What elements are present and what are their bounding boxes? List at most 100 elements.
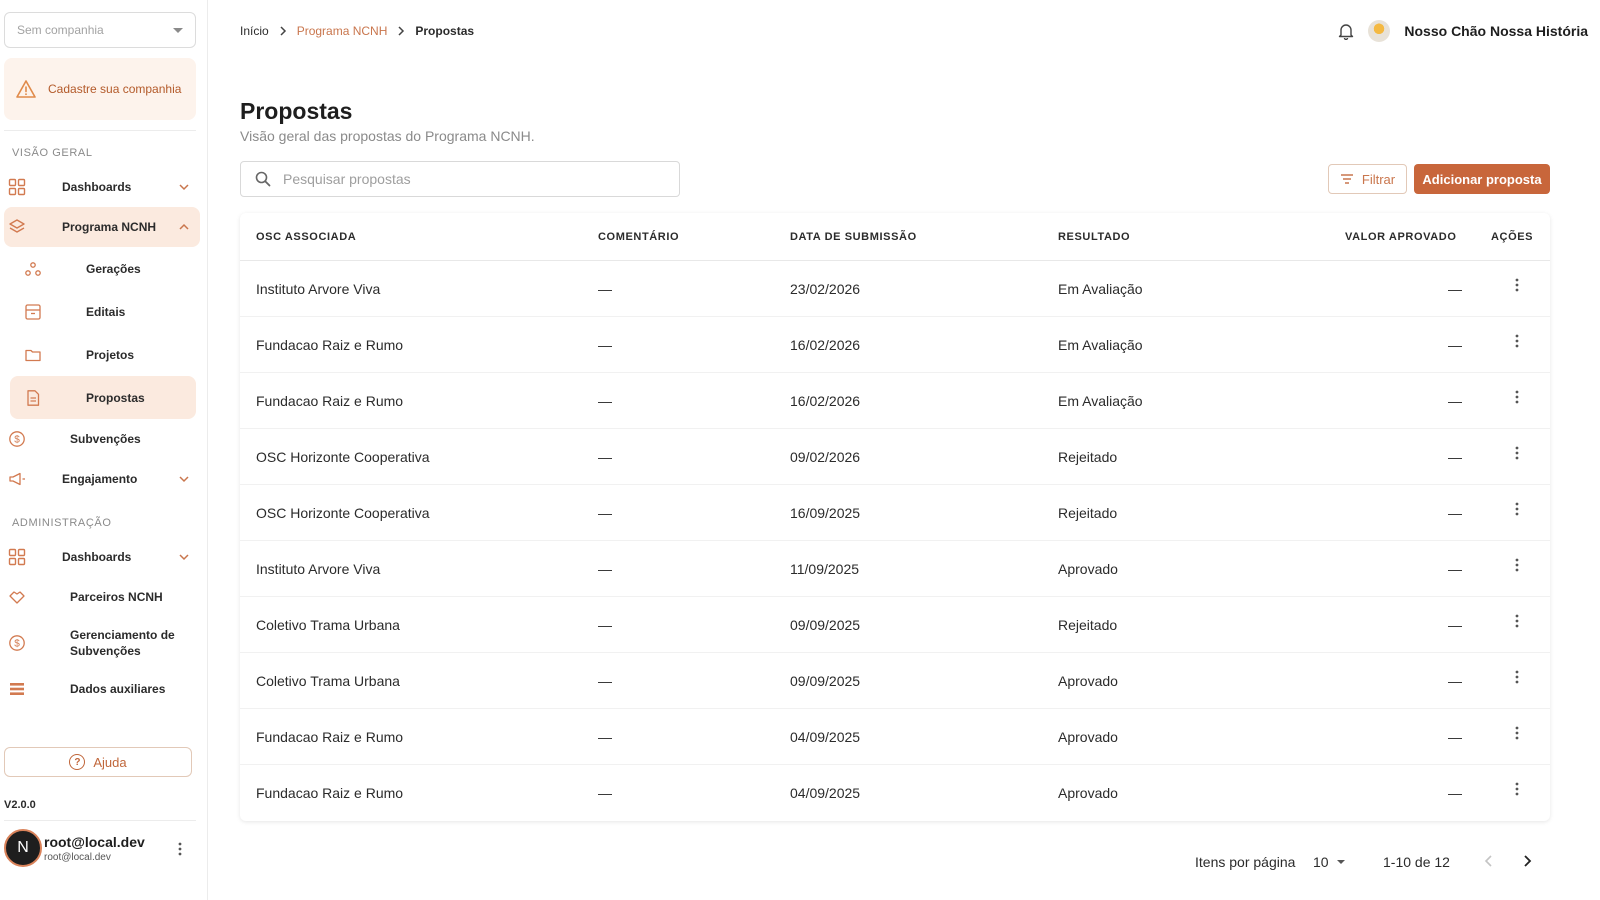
- cell-resultado: Em Avaliação: [1058, 337, 1143, 353]
- help-label: Ajuda: [93, 754, 127, 770]
- section-label-admin: ADMINISTRAÇÃO: [12, 517, 112, 529]
- svg-text:$: $: [14, 639, 20, 650]
- cell-resultado: Em Avaliação: [1058, 281, 1143, 297]
- cell-osc: Instituto Arvore Viva: [256, 281, 381, 297]
- search-input[interactable]: [283, 171, 663, 187]
- sidebar-item-label: Dashboards: [62, 550, 132, 564]
- app-version: V2.0.0: [4, 799, 36, 811]
- page-subtitle: Visão geral das propostas do Programa NC…: [240, 128, 535, 144]
- bell-icon[interactable]: [1338, 22, 1354, 40]
- column-header-resultado[interactable]: RESULTADO: [1058, 231, 1130, 243]
- row-actions-button[interactable]: [1515, 502, 1519, 519]
- register-company-alert[interactable]: Cadastre sua companhia: [4, 58, 196, 120]
- table-header: OSC ASSOCIADA COMENTÁRIO DATA DE SUBMISS…: [240, 213, 1550, 261]
- cell-valor: —: [1448, 505, 1462, 521]
- top-bar: Início Programa NCNH Propostas Nosso Chã…: [240, 20, 1588, 42]
- help-icon: ?: [69, 754, 86, 770]
- cell-osc: OSC Horizonte Cooperativa: [256, 505, 430, 521]
- more-vertical-icon[interactable]: [178, 842, 182, 856]
- table-body: Instituto Arvore Viva — 23/02/2026 Em Avali…: [240, 261, 1550, 821]
- sidebar-item-parceiros[interactable]: Parceiros NCNH: [4, 577, 200, 617]
- row-actions-button[interactable]: [1515, 670, 1519, 687]
- organization-name[interactable]: Nosso Chão Nossa História: [1404, 23, 1588, 39]
- chevron-down-icon: [179, 554, 189, 561]
- company-select[interactable]: Sem companhia: [4, 12, 196, 48]
- sidebar-item-programa-ncnh[interactable]: Programa NCNH: [4, 207, 200, 247]
- filter-button[interactable]: Filtrar: [1328, 164, 1407, 194]
- cell-comentario: —: [598, 449, 612, 465]
- items-per-page-select[interactable]: 10: [1313, 854, 1345, 870]
- table-row[interactable]: Instituto Arvore Viva — 11/09/2025 Aprovado…: [240, 541, 1550, 597]
- table-row[interactable]: Coletivo Trama Urbana — 09/09/2025 Aprovado…: [240, 653, 1550, 709]
- column-header-data[interactable]: DATA DE SUBMISSÃO: [790, 231, 917, 243]
- cell-data: 09/09/2025: [790, 673, 861, 689]
- sidebar-item-projetos[interactable]: Projetos: [4, 333, 200, 376]
- table-row[interactable]: Instituto Arvore Viva — 23/02/2026 Em Avali…: [240, 261, 1550, 317]
- sidebar-item-propostas[interactable]: Propostas: [10, 376, 196, 419]
- sidebar-item-gerenciamento[interactable]: $ Gerenciamento de Subvenções: [4, 617, 200, 669]
- help-button[interactable]: ? Ajuda: [4, 747, 192, 777]
- table-row[interactable]: Fundacao Raiz e Rumo — 04/09/2025 Aprovado —: [240, 765, 1550, 821]
- sidebar-item-label: Subvenções: [70, 432, 141, 446]
- more-vertical-icon: [1515, 670, 1519, 684]
- sidebar-item-geracoes[interactable]: Gerações: [4, 247, 200, 290]
- cell-resultado: Rejeitado: [1058, 449, 1118, 465]
- sidebar-item-admin-dashboards[interactable]: Dashboards: [4, 537, 200, 577]
- sidebar-item-editais[interactable]: Editais: [4, 290, 200, 333]
- row-actions-button[interactable]: [1515, 782, 1519, 799]
- cell-data: 09/09/2025: [790, 617, 861, 633]
- page-title: Propostas: [240, 98, 353, 124]
- user-profile[interactable]: N root@local.dev root@local.dev: [4, 826, 196, 870]
- user-name: root@local.dev: [44, 833, 145, 850]
- more-vertical-icon: [1515, 782, 1519, 796]
- table-row[interactable]: OSC Horizonte Cooperativa — 16/09/2025 Reje…: [240, 485, 1550, 541]
- add-proposal-button[interactable]: Adicionar proposta: [1414, 164, 1550, 194]
- pagination: Itens por página 10 1-10 de 12: [208, 852, 1600, 872]
- column-header-osc[interactable]: OSC ASSOCIADA: [256, 231, 356, 243]
- chevron-left-icon[interactable]: [1484, 854, 1494, 868]
- search-box: [240, 161, 680, 197]
- breadcrumb-home[interactable]: Início: [240, 24, 269, 38]
- table-row[interactable]: Fundacao Raiz e Rumo — 16/02/2026 Em Avalia…: [240, 373, 1550, 429]
- sidebar-item-subvencoes[interactable]: $ Subvenções: [4, 419, 200, 459]
- company-select-value: Sem companhia: [17, 23, 104, 37]
- row-actions-button[interactable]: [1515, 614, 1519, 631]
- sidebar-item-label: Dados auxiliares: [70, 682, 166, 696]
- more-vertical-icon: [1515, 334, 1519, 348]
- cell-resultado: Aprovado: [1058, 729, 1118, 745]
- cell-resultado: Aprovado: [1058, 673, 1118, 689]
- cell-osc: Fundacao Raiz e Rumo: [256, 729, 404, 745]
- table-row[interactable]: Fundacao Raiz e Rumo — 16/02/2026 Em Avalia…: [240, 317, 1550, 373]
- column-header-comentario[interactable]: COMENTÁRIO: [598, 231, 679, 243]
- cell-comentario: —: [598, 505, 612, 521]
- breadcrumb-program[interactable]: Programa NCNH: [297, 24, 388, 38]
- row-actions-button[interactable]: [1515, 334, 1519, 351]
- row-actions-button[interactable]: [1515, 278, 1519, 295]
- row-actions-button[interactable]: [1515, 390, 1519, 407]
- cell-valor: —: [1448, 729, 1462, 745]
- more-vertical-icon: [1515, 446, 1519, 460]
- divider: [4, 130, 196, 131]
- table-row[interactable]: Fundacao Raiz e Rumo — 04/09/2025 Aprovado —: [240, 709, 1550, 765]
- sidebar-item-engajamento[interactable]: Engajamento: [4, 459, 200, 499]
- more-vertical-icon: [1515, 502, 1519, 516]
- row-actions-button[interactable]: [1515, 558, 1519, 575]
- sidebar-item-dados-auxiliares[interactable]: Dados auxiliares: [4, 669, 200, 709]
- chevron-right-icon[interactable]: [1522, 854, 1532, 868]
- layers-icon: [9, 219, 25, 233]
- table-row[interactable]: Coletivo Trama Urbana — 09/09/2025 Rejeitad…: [240, 597, 1550, 653]
- row-actions-button[interactable]: [1515, 446, 1519, 463]
- sidebar-item-dashboards[interactable]: Dashboards: [4, 167, 200, 207]
- column-header-valor[interactable]: VALOR APROVADO: [1345, 231, 1456, 243]
- cell-valor: —: [1448, 393, 1462, 409]
- divider: [4, 820, 196, 821]
- list-icon: [10, 683, 24, 695]
- handshake-icon: [9, 591, 25, 604]
- chevron-up-icon: [179, 223, 189, 230]
- table-row[interactable]: OSC Horizonte Cooperativa — 09/02/2026 Reje…: [240, 429, 1550, 485]
- more-vertical-icon: [1515, 614, 1519, 628]
- cell-comentario: —: [598, 617, 612, 633]
- chevron-down-icon: [1336, 860, 1345, 864]
- cell-resultado: Rejeitado: [1058, 505, 1118, 521]
- row-actions-button[interactable]: [1515, 726, 1519, 743]
